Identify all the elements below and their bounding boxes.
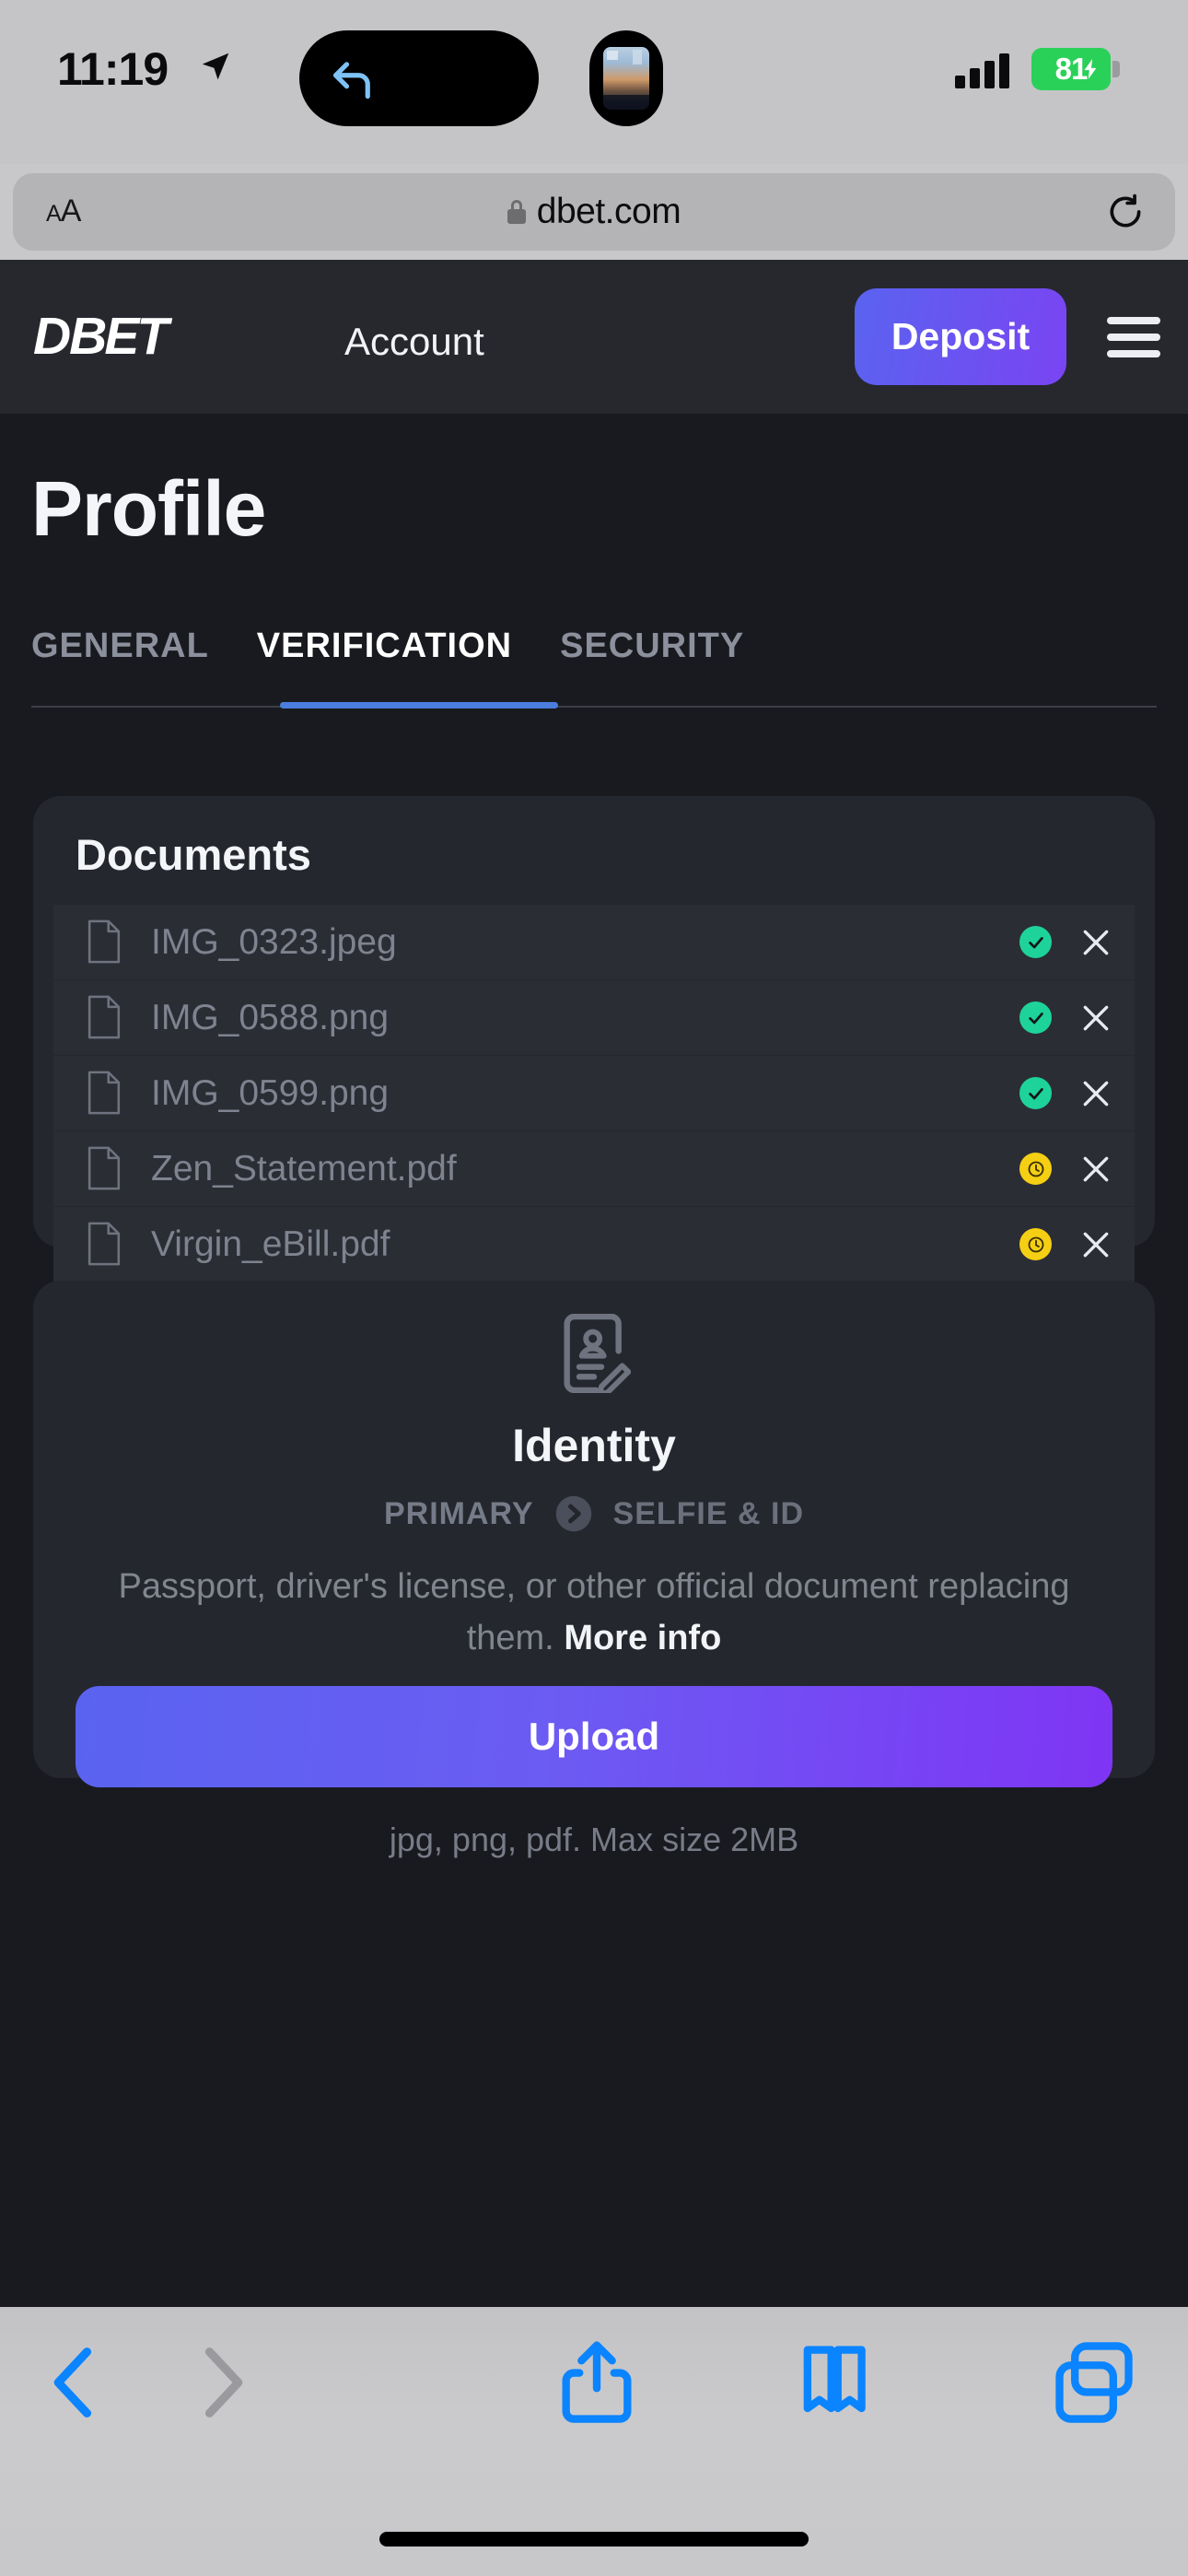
check-icon — [1028, 1012, 1043, 1024]
share-icon[interactable] — [551, 2336, 643, 2429]
iphone-screen: 11:19 81 AA dbet.com DBET Account Deposi… — [0, 0, 1188, 2576]
deposit-button[interactable]: Deposit — [855, 288, 1066, 385]
chevron-right-circle-icon — [555, 1495, 591, 1532]
step-selfie-label: SELFIE & ID — [612, 1495, 804, 1531]
check-icon — [1028, 1087, 1043, 1099]
cellular-signal-icon — [955, 53, 1009, 88]
documents-card-title: Documents — [76, 830, 311, 879]
back-chevron-icon[interactable] — [29, 2336, 122, 2429]
site-header: DBET Account Deposit — [0, 260, 1188, 414]
forward-chevron-icon — [204, 2348, 243, 2418]
status-badge — [1019, 1228, 1052, 1260]
documents-file-list: IMG_0323.jpeg IMG_0588.png IMG_0599.png … — [53, 905, 1135, 1282]
close-x-icon[interactable] — [1077, 924, 1114, 961]
ios-status-bar: 11:19 81 — [0, 0, 1188, 164]
dbet-logo[interactable]: DBET — [33, 306, 169, 367]
close-x-icon[interactable] — [1077, 1075, 1114, 1112]
file-name: IMG_0588.png — [151, 998, 390, 1037]
tab-verification[interactable]: VERIFICATION — [257, 626, 512, 701]
nav-item-account[interactable]: Account — [344, 320, 484, 364]
identity-title: Identity — [512, 1420, 676, 1471]
documents-card: Documents IMG_0323.jpeg IMG_0588.png IMG… — [33, 796, 1155, 1282]
web-page-content: DBET Account Deposit Profile GENERAL VER… — [0, 260, 1188, 2307]
close-x-icon[interactable] — [1077, 1151, 1114, 1188]
document-file-icon — [87, 995, 121, 1039]
file-name: Virgin_eBill.pdf — [151, 1224, 390, 1264]
photo-thumbnail — [603, 47, 649, 110]
status-badge — [1019, 1077, 1052, 1109]
url-text: dbet.com — [536, 192, 681, 231]
step-primary-label: PRIMARY — [384, 1495, 534, 1531]
file-name: IMG_0599.png — [151, 1073, 390, 1113]
dynamic-island-activity[interactable] — [589, 30, 663, 126]
file-name: IMG_0323.jpeg — [151, 922, 397, 962]
status-badge — [1019, 1001, 1052, 1034]
document-file-icon — [87, 1071, 121, 1115]
tabs-icon[interactable] — [1048, 2336, 1140, 2429]
location-arrow-icon — [202, 53, 229, 80]
check-icon — [1028, 936, 1043, 948]
tab-general[interactable]: GENERAL — [31, 626, 209, 701]
safari-url-bar[interactable]: AA dbet.com — [13, 173, 1175, 251]
safari-url-bar-container: AA dbet.com — [0, 164, 1188, 260]
safari-bottom-toolbar — [0, 2307, 1188, 2576]
document-file-icon — [87, 1146, 121, 1190]
status-badge — [1019, 1153, 1052, 1185]
id-card-icon — [564, 1314, 631, 1393]
page-title: Profile — [31, 465, 266, 552]
identity-verification-card: Identity PRIMARY SELFIE & ID Passport, d… — [33, 1281, 1155, 1858]
list-item[interactable]: Virgin_eBill.pdf — [53, 1207, 1135, 1282]
url-display[interactable]: dbet.com — [13, 173, 1175, 251]
home-indicator — [379, 2532, 809, 2547]
charging-bolt-icon — [1084, 59, 1097, 79]
status-badge — [1019, 926, 1052, 958]
close-x-icon[interactable] — [1077, 1226, 1114, 1263]
logo-t: T — [136, 307, 169, 366]
document-file-icon — [87, 1222, 121, 1266]
list-item[interactable]: IMG_0323.jpeg — [53, 905, 1135, 979]
clock-icon — [1028, 1161, 1043, 1177]
list-item[interactable]: IMG_0588.png — [53, 980, 1135, 1055]
identity-description: Passport, driver's license, or other off… — [88, 1561, 1100, 1664]
tab-security[interactable]: SECURITY — [560, 626, 744, 701]
list-item[interactable]: IMG_0599.png — [53, 1056, 1135, 1130]
bookmarks-icon[interactable] — [788, 2336, 880, 2429]
identity-steps: PRIMARY SELFIE & ID — [33, 1494, 1155, 1533]
back-arrow-icon[interactable] — [329, 54, 377, 102]
close-x-icon[interactable] — [1077, 1000, 1114, 1036]
lock-icon — [507, 200, 526, 224]
status-bar-time: 11:19 — [57, 43, 169, 95]
clock-icon — [1028, 1236, 1043, 1252]
more-info-link[interactable]: More info — [564, 1619, 721, 1657]
logo-d: D — [33, 307, 71, 366]
active-tab-indicator — [280, 702, 558, 708]
reload-icon[interactable] — [1105, 192, 1146, 232]
upload-hint: jpg, png, pdf. Max size 2MB — [389, 1821, 799, 1858]
tabs-divider — [31, 706, 1157, 708]
hamburger-menu-icon[interactable] — [1107, 317, 1160, 357]
battery-cap — [1112, 61, 1120, 77]
profile-tabs: GENERAL VERIFICATION SECURITY — [31, 626, 1157, 706]
logo-be: BE — [69, 307, 139, 366]
file-name: Zen_Statement.pdf — [151, 1149, 457, 1188]
list-item[interactable]: Zen_Statement.pdf — [53, 1131, 1135, 1206]
dynamic-island[interactable] — [299, 30, 539, 126]
document-file-icon — [87, 919, 121, 964]
upload-button[interactable]: Upload — [76, 1686, 1112, 1787]
